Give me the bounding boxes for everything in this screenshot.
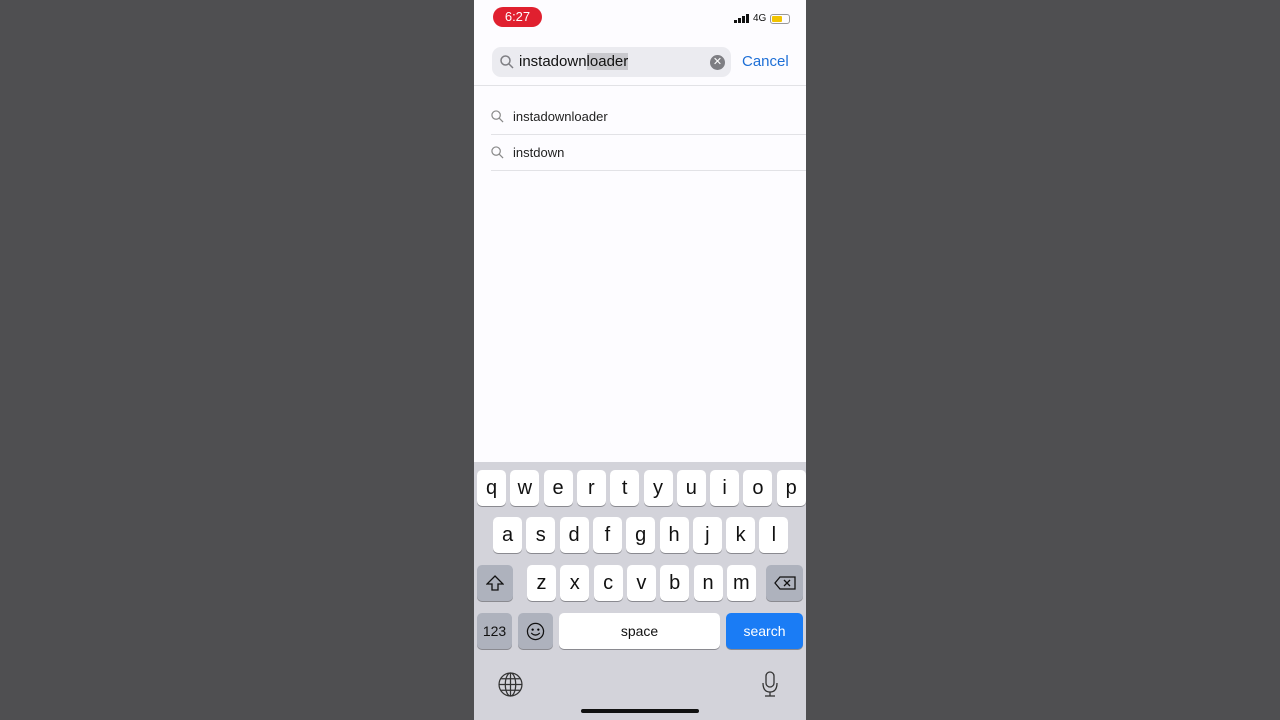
key-t[interactable]: t [610, 470, 640, 506]
key-s[interactable]: s [526, 517, 556, 553]
key-k[interactable]: k [726, 517, 756, 553]
key-r[interactable]: r [576, 470, 606, 506]
search-icon [491, 146, 504, 159]
divider [474, 85, 806, 86]
home-indicator [581, 709, 699, 713]
phone-screen: 6:27 4G instadownloader ✕ Cancel instado… [474, 0, 806, 720]
clear-icon[interactable]: ✕ [710, 55, 725, 70]
key-a[interactable]: a [493, 517, 522, 553]
key-o[interactable]: o [743, 470, 773, 506]
globe-icon[interactable] [498, 672, 523, 697]
key-d[interactable]: d [559, 517, 589, 553]
key-p[interactable]: p [776, 470, 806, 506]
battery-icon [770, 13, 791, 24]
selected-text: loader [586, 53, 629, 70]
key-x[interactable]: x [560, 565, 590, 601]
key-c[interactable]: c [593, 565, 623, 601]
key-j[interactable]: j [692, 517, 722, 553]
key-u[interactable]: u [676, 470, 706, 506]
search-field[interactable]: instadownloader ✕ [492, 47, 731, 77]
key-i[interactable]: i [710, 470, 740, 506]
status-time: 6:27 [493, 7, 542, 27]
key-m[interactable]: m [726, 565, 756, 601]
keyboard: qwertyuiop asdfghjkl zxcvbnm 123 space sea… [474, 462, 806, 720]
emoji-icon [526, 622, 545, 640]
suggestion-label: instadownloader [513, 109, 608, 124]
key-e[interactable]: e [543, 470, 573, 506]
emoji-key[interactable] [518, 613, 553, 649]
network-label: 4G [753, 13, 767, 24]
backspace-icon [773, 576, 796, 590]
key-b[interactable]: b [660, 565, 690, 601]
search-icon [500, 55, 514, 69]
key-h[interactable]: h [659, 517, 689, 553]
delete-key[interactable] [766, 565, 803, 601]
key-f[interactable]: f [592, 517, 622, 553]
search-icon [491, 110, 504, 123]
key-z[interactable]: z [527, 565, 556, 601]
shift-icon [486, 575, 504, 591]
key-w[interactable]: w [510, 470, 540, 506]
signal-icon [734, 14, 749, 23]
suggestion-item[interactable]: instdown [491, 135, 806, 171]
key-g[interactable]: g [626, 517, 656, 553]
key-q[interactable]: q [477, 470, 506, 506]
numbers-key[interactable]: 123 [477, 613, 512, 649]
shift-key[interactable] [477, 565, 513, 601]
key-n[interactable]: n [693, 565, 723, 601]
search-key[interactable]: search [726, 613, 803, 649]
suggestion-item[interactable]: instadownloader [491, 99, 806, 135]
status-bar: 4G [734, 13, 791, 24]
search-input[interactable]: instadownloader [519, 53, 629, 71]
key-y[interactable]: y [643, 470, 673, 506]
space-key[interactable]: space [559, 613, 720, 649]
microphone-icon[interactable] [761, 671, 779, 698]
key-l[interactable]: l [759, 517, 789, 553]
suggestion-label: instdown [513, 145, 565, 160]
search-text: instadown [519, 53, 587, 70]
cancel-button[interactable]: Cancel [742, 53, 789, 70]
key-v[interactable]: v [626, 565, 656, 601]
